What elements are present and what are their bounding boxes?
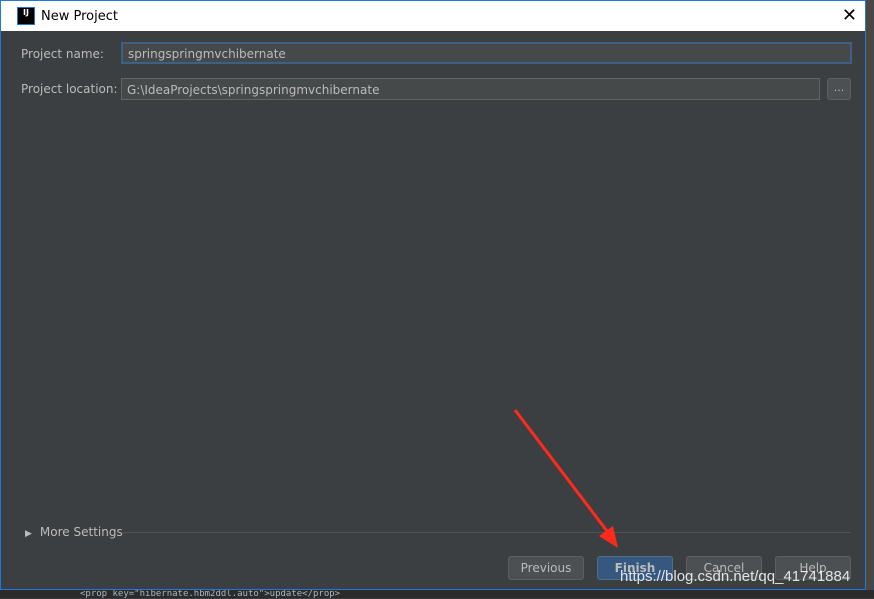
annotation-arrow-icon [513, 409, 618, 548]
watermark: https://blog.csdn.net/qq_41741884 [620, 568, 851, 585]
